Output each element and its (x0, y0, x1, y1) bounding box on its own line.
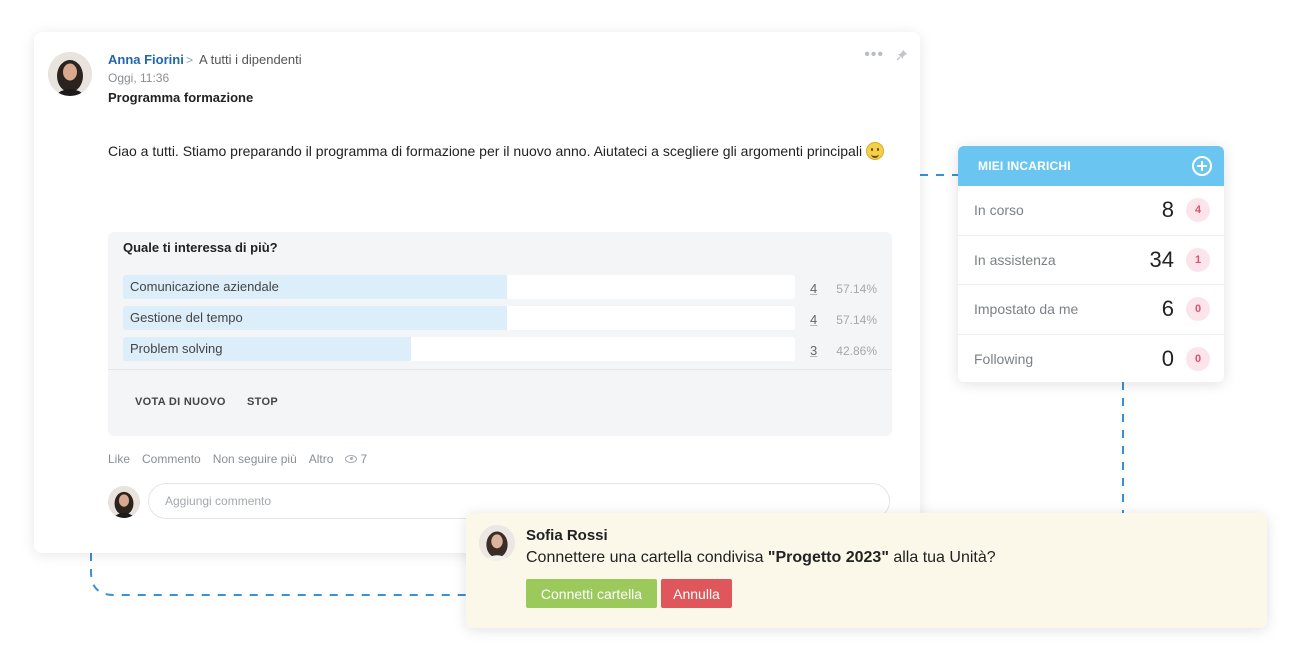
views-counter[interactable]: 7 (345, 452, 367, 466)
task-badge: 0 (1186, 297, 1210, 322)
sender-name: Sofia Rossi (526, 527, 608, 544)
sender-avatar (479, 525, 515, 561)
post-body: Ciao a tutti. Stiamo preparando il progr… (108, 142, 885, 160)
folder-name: "Progetto 2023" (767, 549, 889, 566)
poll-option[interactable]: Problem solving 3 42.86% (123, 337, 877, 361)
task-count: 0 (1161, 346, 1174, 372)
stage: Anna Fiorini > A tutti i dipendenti Oggi… (0, 0, 1300, 660)
views-count: 7 (360, 452, 368, 466)
poll-option-count[interactable]: 4 (810, 281, 817, 296)
task-badge: 1 (1186, 247, 1210, 272)
task-count: 8 (1161, 197, 1174, 223)
message-text-end: alla tua Unità? (888, 549, 996, 566)
task-label: In corso (974, 202, 1024, 219)
my-tasks-widget: MIEI INCARICHI In corso 8 4 In assistenz… (958, 146, 1224, 382)
poll-option-percent: 57.14% (836, 313, 877, 327)
task-row-following[interactable]: Following 0 0 (958, 335, 1224, 383)
comment-link[interactable]: Commento (142, 452, 201, 466)
task-label: Following (974, 351, 1034, 368)
connect-folder-button[interactable]: Connetti cartella (526, 579, 657, 608)
task-row-assisting[interactable]: In assistenza 34 1 (958, 236, 1224, 285)
poll: Quale ti interessa di più? Comunicazione… (108, 232, 892, 436)
author-name[interactable]: Anna Fiorini (108, 52, 184, 67)
unfollow-link[interactable]: Non seguire più (213, 452, 297, 466)
more-link[interactable]: Altro (309, 452, 334, 466)
post-title: Programma formazione (108, 90, 254, 105)
tasks-title: MIEI INCARICHI (978, 159, 1071, 173)
task-badge: 4 (1186, 198, 1210, 223)
task-badge: 0 (1186, 347, 1210, 372)
message-text: Connettere una cartella condivisa (526, 549, 768, 566)
post-card: Anna Fiorini > A tutti i dipendenti Oggi… (34, 32, 920, 553)
poll-question: Quale ti interessa di più? (123, 240, 278, 255)
vote-again-button[interactable]: VOTA DI NUOVO (135, 396, 226, 408)
poll-divider (108, 369, 892, 370)
poll-bar-track: Problem solving (123, 337, 795, 361)
more-dots-icon[interactable]: ••• (864, 46, 884, 64)
poll-option-count[interactable]: 4 (810, 312, 817, 327)
like-link[interactable]: Like (108, 452, 130, 466)
connector-post-to-notification (90, 553, 466, 596)
author-avatar[interactable] (48, 52, 92, 96)
pin-icon[interactable] (896, 49, 908, 61)
eye-icon (345, 455, 358, 463)
poll-bar-track: Gestione del tempo (123, 306, 795, 330)
post-top-actions: ••• (864, 46, 908, 64)
chevron-right-icon: > (186, 52, 194, 67)
poll-option-label: Problem solving (130, 341, 223, 356)
post-timestamp: Oggi, 11:36 (108, 71, 170, 85)
task-label: Impostato da me (974, 301, 1079, 318)
tasks-header: MIEI INCARICHI (958, 146, 1224, 186)
cancel-button[interactable]: Annulla (661, 579, 732, 608)
task-label: In assistenza (974, 251, 1056, 268)
poll-bar-track: Comunicazione aziendale (123, 275, 795, 299)
shared-folder-notification: Sofia Rossi Connettere una cartella cond… (466, 513, 1267, 628)
poll-option-percent: 42.86% (836, 344, 877, 358)
task-row-in-progress[interactable]: In corso 8 4 (958, 186, 1224, 236)
post-body-text: Ciao a tutti. Stiamo preparando il progr… (108, 143, 863, 159)
recipients-label: A tutti i dipendenti (199, 52, 302, 67)
poll-option[interactable]: Gestione del tempo 4 57.14% (123, 306, 877, 330)
task-row-set-by-me[interactable]: Impostato da me 6 0 (958, 285, 1224, 335)
poll-option-label: Gestione del tempo (130, 310, 243, 325)
stop-poll-button[interactable]: STOP (247, 396, 278, 408)
poll-option-label: Comunicazione aziendale (130, 279, 279, 294)
poll-option-percent: 57.14% (836, 282, 877, 296)
notification-message: Connettere una cartella condivisa "Proge… (526, 549, 996, 567)
task-count: 6 (1161, 296, 1174, 322)
poll-option[interactable]: Comunicazione aziendale 4 57.14% (123, 275, 877, 299)
post-footer: Like Commento Non seguire più Altro 7 (108, 452, 367, 466)
recipients[interactable]: > A tutti i dipendenti (186, 52, 302, 67)
poll-option-count[interactable]: 3 (810, 343, 817, 358)
task-count: 34 (1149, 246, 1174, 272)
current-user-avatar (108, 486, 140, 518)
add-task-icon[interactable] (1192, 156, 1212, 176)
smiley-emoji-icon (866, 142, 885, 160)
